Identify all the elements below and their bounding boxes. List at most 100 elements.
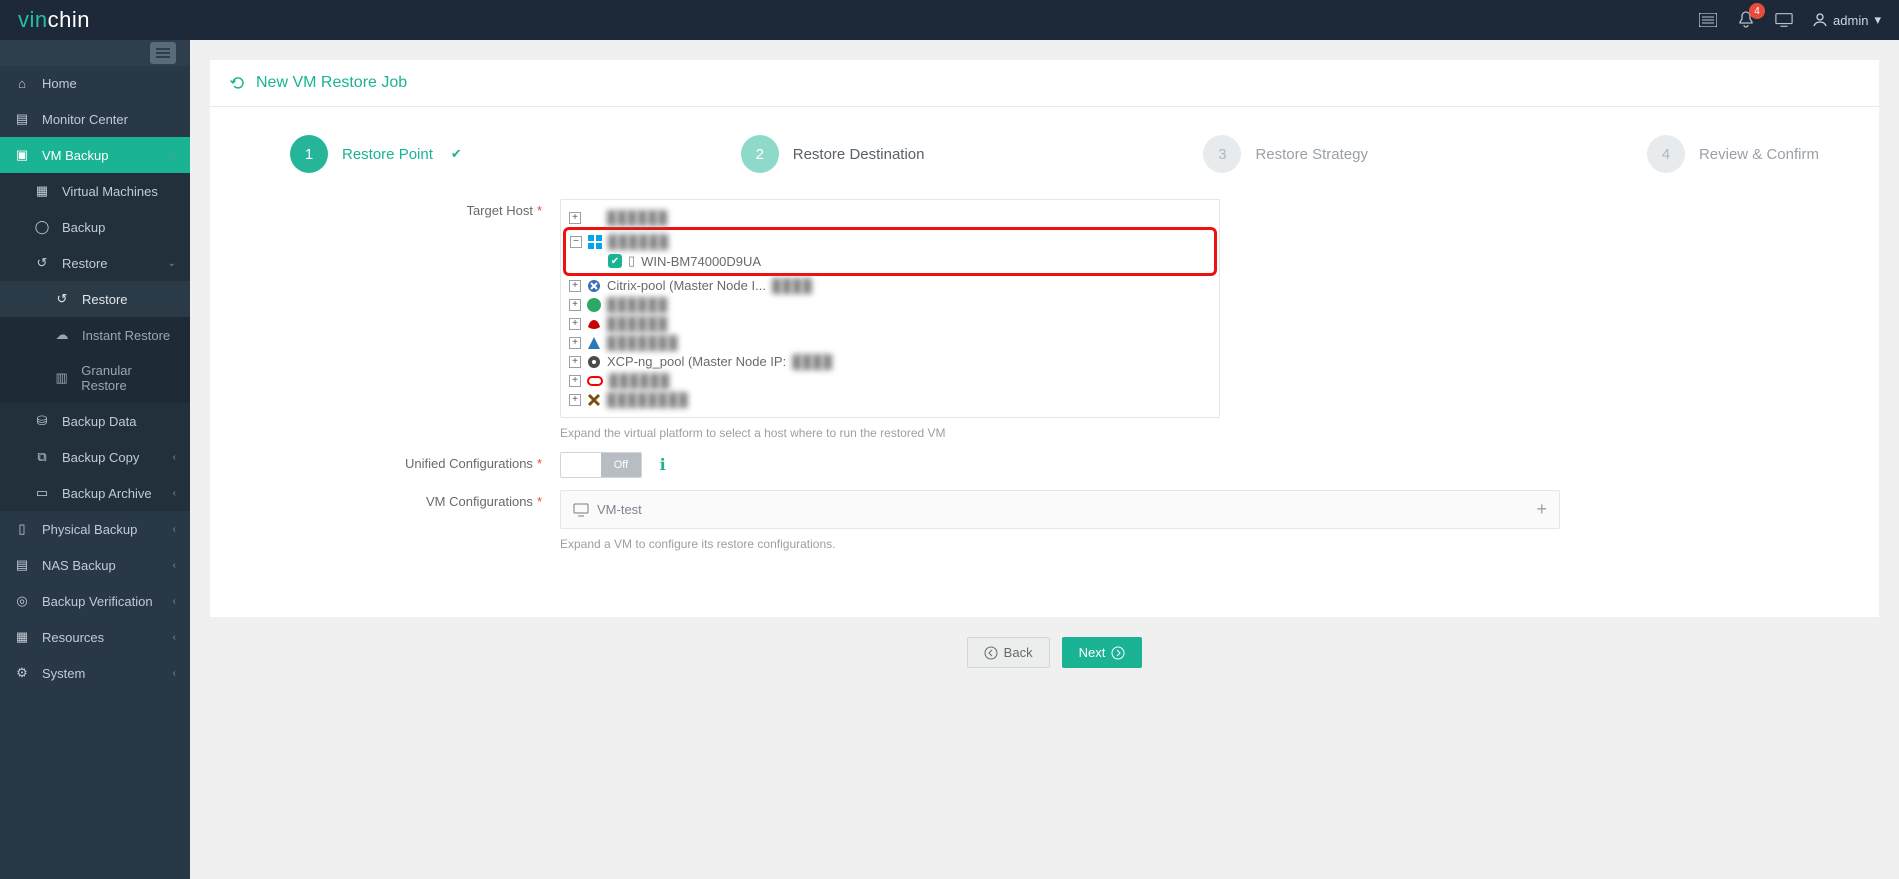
highlight-box: − ██████ ✔ ▯ WIN-BM74000D9UA	[563, 227, 1217, 276]
tree-node-nutanix[interactable]: + ████████	[569, 390, 1211, 409]
bell-icon[interactable]: 4	[1737, 11, 1755, 29]
vm-config-label: VM Configurations*	[260, 490, 560, 551]
vm-name: VM-test	[597, 502, 642, 517]
cloud-restore-icon: ☁	[54, 327, 70, 343]
xcp-icon	[587, 355, 601, 369]
nav-nas[interactable]: ▤NAS Backup‹	[0, 547, 190, 583]
next-button[interactable]: Next	[1062, 637, 1143, 668]
nas-icon: ▤	[14, 557, 30, 573]
server-icon: ▯	[628, 253, 635, 269]
step-restore-strategy[interactable]: 3 Restore Strategy	[1203, 135, 1368, 173]
brand-logo: vinchin	[18, 7, 90, 33]
nav-monitor[interactable]: ▤Monitor Center	[0, 101, 190, 137]
vm-config-row[interactable]: VM-test +	[560, 490, 1560, 529]
tree-node-citrix[interactable]: + Citrix-pool (Master Node I...████	[569, 276, 1211, 295]
grid-icon: ▦	[34, 183, 50, 199]
vm-icon: ▣	[14, 147, 30, 163]
tree-node-vmware[interactable]: +██████	[569, 208, 1211, 227]
restore-icon: ↺	[34, 255, 50, 271]
step-restore-destination[interactable]: 2 Restore Destination	[741, 135, 925, 173]
nav-backup-data[interactable]: ⛁Backup Data	[0, 403, 190, 439]
back-button[interactable]: Back	[967, 637, 1050, 668]
redhat-icon	[587, 318, 601, 330]
archive-icon: ▭	[34, 485, 50, 501]
citrix-icon	[587, 279, 601, 293]
tree-node-selected-host[interactable]: ✔ ▯ WIN-BM74000D9UA	[590, 251, 1210, 271]
server-icon: ▯	[14, 521, 30, 537]
target-host-tree[interactable]: +██████ − ██████ ✔	[560, 199, 1220, 418]
check-icon: ✔	[451, 146, 462, 162]
arrow-left-icon	[984, 646, 998, 660]
tree-node-xcp[interactable]: + XCP-ng_pool (Master Node IP:████	[569, 352, 1211, 371]
target-host-help: Expand the virtual platform to select a …	[560, 426, 1220, 440]
granular-icon: ▥	[54, 370, 69, 386]
chevron-left-icon: ‹	[173, 668, 176, 679]
nav-backup[interactable]: ◯Backup	[0, 209, 190, 245]
gear-icon: ⚙	[14, 665, 30, 681]
chevron-left-icon: ‹	[173, 524, 176, 535]
unified-config-switch[interactable]: Off	[560, 452, 642, 478]
target-host-label: Target Host*	[260, 199, 560, 440]
x-icon	[587, 393, 601, 407]
database-icon: ⛁	[34, 413, 50, 429]
checkbox-checked-icon[interactable]: ✔	[608, 254, 622, 268]
windows-icon	[588, 235, 602, 249]
unified-config-label: Unified Configurations*	[260, 452, 560, 478]
monitor-icon: ▤	[14, 111, 30, 127]
home-icon: ⌂	[14, 76, 30, 91]
content-area: New VM Restore Job 1 Restore Point ✔ 2 R…	[190, 40, 1899, 879]
nav-restore-restore[interactable]: ↺Restore	[0, 281, 190, 317]
spinner-icon: ◯	[34, 219, 50, 235]
nav-instant-restore[interactable]: ☁Instant Restore	[0, 317, 190, 353]
nav-backup-copy[interactable]: ⧉Backup Copy‹	[0, 439, 190, 475]
display-icon[interactable]	[1775, 11, 1793, 29]
nav-home[interactable]: ⌂Home	[0, 66, 190, 101]
user-menu[interactable]: admin ▾	[1813, 12, 1881, 28]
page-title: New VM Restore Job	[256, 74, 407, 92]
restore-icon: ↺	[54, 291, 70, 307]
chevron-left-icon: ‹	[173, 560, 176, 571]
tree-node-redhat[interactable]: + ██████	[569, 314, 1211, 333]
step-restore-point[interactable]: 1 Restore Point ✔	[290, 135, 462, 173]
chevron-down-icon: ▾	[1874, 12, 1881, 28]
nav-system[interactable]: ⚙System‹	[0, 655, 190, 691]
nav-vm-backup[interactable]: ▣VM Backup⌄	[0, 137, 190, 173]
chevron-down-icon: ⌄	[168, 258, 176, 269]
sidebar: ⌂Home ▤Monitor Center ▣VM Backup⌄ ▦Virtu…	[0, 40, 190, 879]
notification-badge: 4	[1749, 3, 1765, 19]
nav-restore[interactable]: ↺Restore⌄	[0, 245, 190, 281]
nav-granular-restore[interactable]: ▥Granular Restore	[0, 353, 190, 403]
list-icon[interactable]	[1699, 11, 1717, 29]
tree-node-azure[interactable]: + ███████	[569, 333, 1211, 352]
sidebar-toggle[interactable]	[150, 42, 176, 64]
chevron-left-icon: ‹	[173, 488, 176, 499]
vm-config-help: Expand a VM to configure its restore con…	[560, 537, 1560, 551]
tree-node-oracle[interactable]: + ██████	[569, 371, 1211, 390]
triangle-icon	[587, 336, 601, 350]
wizard-steps: 1 Restore Point ✔ 2 Restore Destination …	[210, 107, 1879, 183]
tree-node-hyperv[interactable]: − ██████	[570, 232, 1210, 251]
user-name: admin	[1833, 13, 1868, 28]
copy-icon: ⧉	[34, 449, 50, 465]
panel-header: New VM Restore Job	[210, 60, 1879, 107]
info-icon[interactable]: ℹ	[660, 457, 666, 474]
chevron-left-icon: ‹	[173, 596, 176, 607]
chevron-left-icon: ‹	[173, 632, 176, 643]
nav-resources[interactable]: ▦Resources‹	[0, 619, 190, 655]
nav-physical[interactable]: ▯Physical Backup‹	[0, 511, 190, 547]
tree-node-green[interactable]: +██████	[569, 295, 1211, 314]
nav-verify[interactable]: ◎Backup Verification‹	[0, 583, 190, 619]
monitor-icon	[573, 503, 589, 517]
arrow-right-icon	[1111, 646, 1125, 660]
nav-virtual-machines[interactable]: ▦Virtual Machines	[0, 173, 190, 209]
resources-icon: ▦	[14, 629, 30, 645]
step-review-confirm[interactable]: 4 Review & Confirm	[1647, 135, 1819, 173]
verify-icon: ◎	[14, 593, 30, 609]
chevron-down-icon: ⌄	[168, 150, 176, 161]
topbar: vinchin 4 admin ▾	[0, 0, 1899, 40]
restore-icon	[230, 75, 246, 91]
chevron-left-icon: ‹	[173, 452, 176, 463]
nav-backup-archive[interactable]: ▭Backup Archive‹	[0, 475, 190, 511]
host-name: WIN-BM74000D9UA	[641, 254, 761, 269]
expand-icon[interactable]: +	[1536, 499, 1547, 520]
